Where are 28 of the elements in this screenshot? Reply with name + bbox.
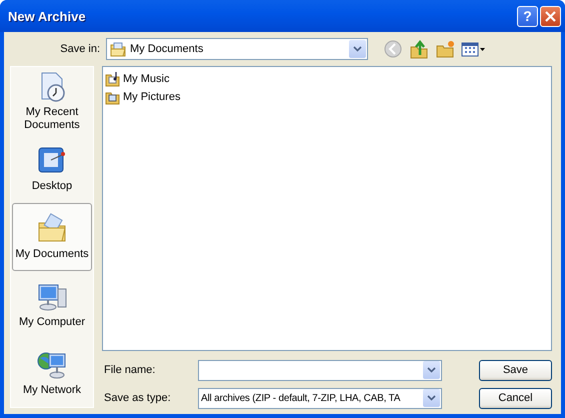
- up-folder-icon[interactable]: [409, 39, 429, 59]
- help-button[interactable]: ?: [517, 6, 538, 26]
- music-folder-icon: [105, 71, 121, 87]
- dialog-button[interactable]: Cancel: [479, 388, 552, 408]
- dropdown-value: My Documents: [130, 43, 204, 55]
- file-name-field[interactable]: [198, 360, 442, 380]
- new-folder-icon[interactable]: [435, 39, 455, 59]
- chevron-down-icon: [427, 395, 436, 401]
- documents-folder-icon: [110, 41, 126, 57]
- save-in-dropdown[interactable]: My Documents: [106, 38, 368, 60]
- places-item[interactable]: My Network: [12, 339, 92, 407]
- folder-item[interactable]: My Pictures: [123, 91, 180, 103]
- save-as-type-label: Save as type:: [103, 392, 172, 404]
- places-item[interactable]: My Recent Documents: [12, 67, 92, 135]
- chevron-down-icon: [353, 46, 362, 52]
- close-icon: [545, 10, 556, 22]
- dialog-button[interactable]: Save: [479, 360, 552, 380]
- folder-item[interactable]: My Music: [123, 73, 170, 85]
- save-in-label: Save in:: [59, 43, 101, 55]
- places-item[interactable]: My Documents: [12, 203, 92, 271]
- dropdown-value: All archives (ZIP - default, 7-ZIP, LHA, CAB, TA: [200, 392, 402, 404]
- file-name-label: File name:: [103, 364, 156, 376]
- save-as-type-dropdown[interactable]: All archives (ZIP - default, 7-ZIP, LHA, CAB, TA: [198, 388, 442, 408]
- places-item[interactable]: Desktop: [12, 135, 92, 203]
- window-title: New Archive: [8, 8, 87, 24]
- places-item[interactable]: My Computer: [12, 271, 92, 339]
- chevron-down-icon: [427, 367, 436, 373]
- close-button[interactable]: [540, 6, 561, 26]
